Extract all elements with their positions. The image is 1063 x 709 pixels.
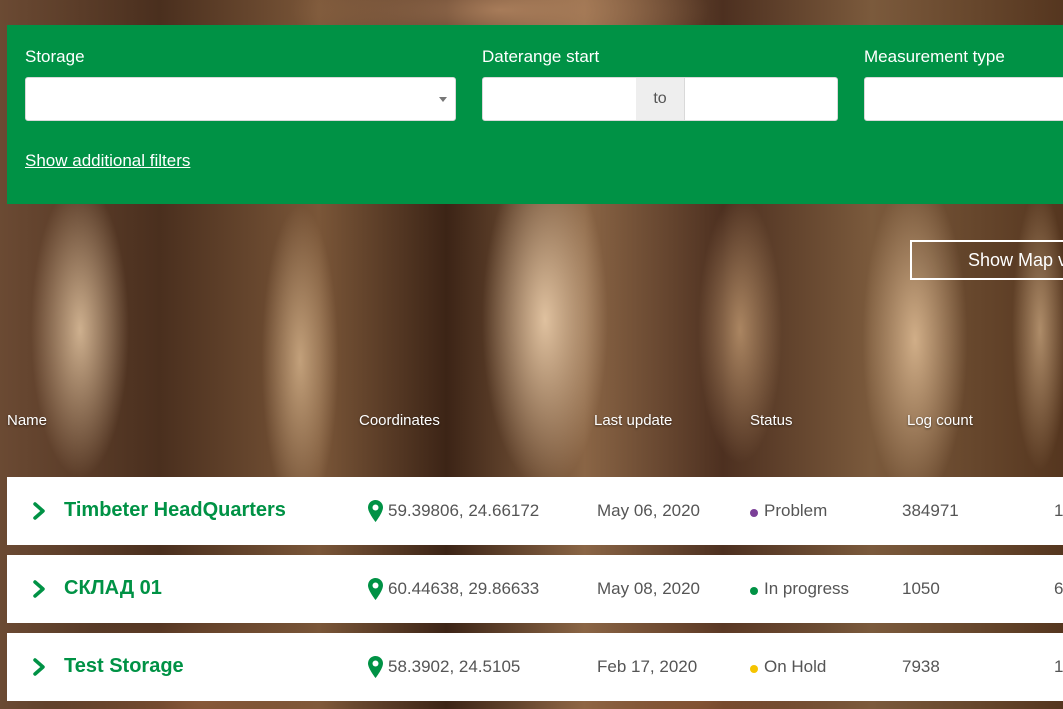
status-text: Problem bbox=[764, 501, 828, 520]
status-dot bbox=[750, 665, 758, 673]
caret-down-icon bbox=[439, 97, 447, 102]
show-additional-filters-link[interactable]: Show additional filters bbox=[25, 151, 190, 171]
last-update: May 08, 2020 bbox=[597, 579, 701, 598]
log-count: 384971 bbox=[902, 501, 959, 520]
map-pin-icon bbox=[368, 578, 383, 600]
chevron-right-icon[interactable] bbox=[29, 501, 49, 521]
measurement-type-label: Measurement type bbox=[864, 47, 1005, 66]
table-row[interactable]: Timbeter HeadQuarters 59.39806, 24.66172… bbox=[7, 477, 1063, 545]
status-dot bbox=[750, 509, 758, 517]
show-map-view-button[interactable]: Show Map vi bbox=[910, 240, 1063, 280]
last-update: Feb 17, 2020 bbox=[597, 657, 698, 676]
truncated-column-value: 1 bbox=[1054, 657, 1063, 676]
filter-panel: Storage Daterange start to Measurement t… bbox=[7, 25, 1063, 204]
column-header-last-update[interactable]: Last update bbox=[594, 412, 672, 429]
table-row[interactable]: СКЛАД 01 60.44638, 29.86633 May 08, 2020… bbox=[7, 555, 1063, 623]
column-header-name[interactable]: Name bbox=[7, 412, 47, 429]
date-start-input[interactable] bbox=[482, 77, 637, 121]
storage-name-link[interactable]: СКЛАД 01 bbox=[64, 577, 162, 600]
measurement-type-select[interactable] bbox=[864, 77, 1063, 121]
daterange-label: Daterange start bbox=[482, 47, 600, 66]
log-count: 1050 bbox=[902, 579, 940, 598]
chevron-right-icon[interactable] bbox=[29, 657, 49, 677]
coordinates: 60.44638, 29.86633 bbox=[388, 579, 540, 598]
date-separator: to bbox=[636, 77, 684, 121]
map-pin-icon bbox=[368, 656, 383, 678]
status-dot bbox=[750, 587, 758, 595]
coordinates: 58.3902, 24.5105 bbox=[388, 657, 521, 676]
column-header-status[interactable]: Status bbox=[750, 412, 793, 429]
log-count: 7938 bbox=[902, 657, 940, 676]
status-text: On Hold bbox=[764, 657, 827, 676]
storage-label: Storage bbox=[25, 47, 85, 66]
storage-name-link[interactable]: Timbeter HeadQuarters bbox=[64, 499, 286, 522]
coordinates: 59.39806, 24.66172 bbox=[388, 501, 540, 520]
chevron-right-icon[interactable] bbox=[29, 579, 49, 599]
date-end-input[interactable] bbox=[684, 77, 838, 121]
truncated-column-value: 6 bbox=[1054, 579, 1063, 598]
column-header-coordinates[interactable]: Coordinates bbox=[359, 412, 440, 429]
truncated-column-value: 1 bbox=[1054, 501, 1063, 520]
column-header-log-count[interactable]: Log count bbox=[907, 412, 973, 429]
map-pin-icon bbox=[368, 500, 383, 522]
last-update: May 06, 2020 bbox=[597, 501, 701, 520]
status-text: In progress bbox=[764, 579, 850, 598]
storage-name-link[interactable]: Test Storage bbox=[64, 655, 184, 678]
storage-select[interactable] bbox=[25, 77, 456, 121]
table-row[interactable]: Test Storage 58.3902, 24.5105 Feb 17, 20… bbox=[7, 633, 1063, 701]
